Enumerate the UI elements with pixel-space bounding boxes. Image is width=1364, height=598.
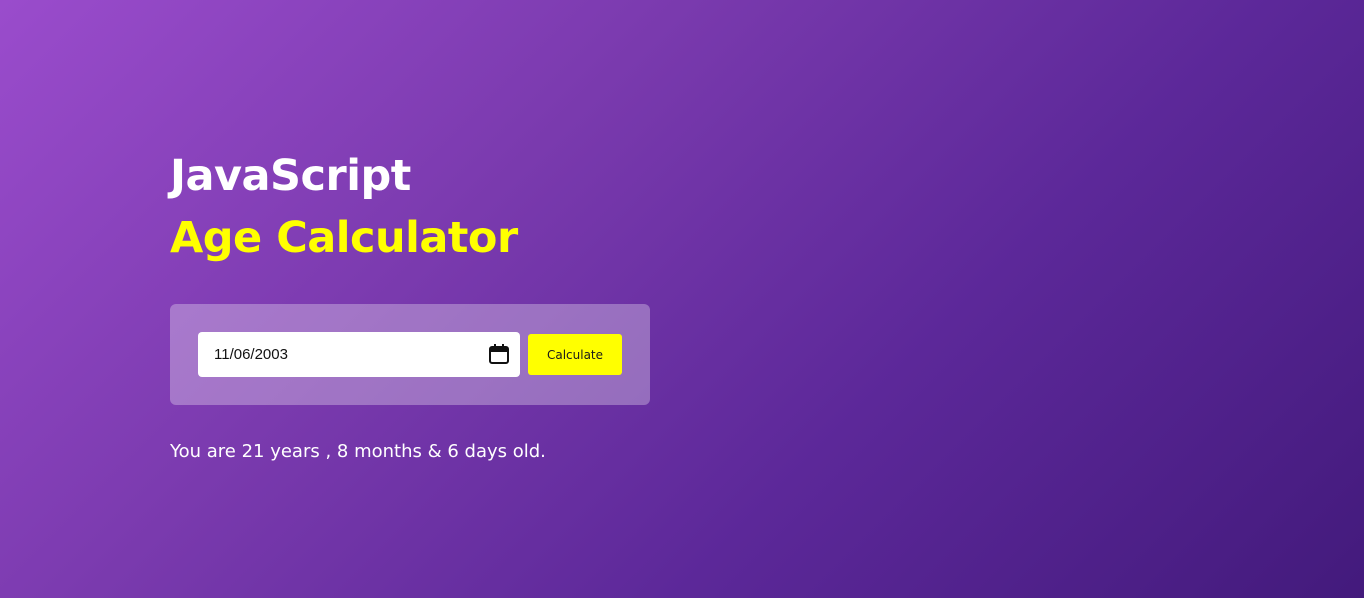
birthdate-value: 11/06/2003: [214, 346, 288, 363]
page-title: JavaScript: [170, 151, 411, 201]
age-result-text: You are 21 years , 8 months & 6 days old…: [170, 441, 546, 462]
birthdate-input[interactable]: 11/06/2003: [198, 332, 520, 377]
age-calculator-container: JavaScript Age Calculator 11/06/2003 Cal…: [170, 148, 650, 465]
page-subtitle: Age Calculator: [170, 213, 518, 263]
input-card: 11/06/2003 Calculate: [170, 304, 650, 405]
calendar-icon[interactable]: [488, 343, 510, 365]
calculate-button[interactable]: Calculate: [528, 334, 622, 375]
